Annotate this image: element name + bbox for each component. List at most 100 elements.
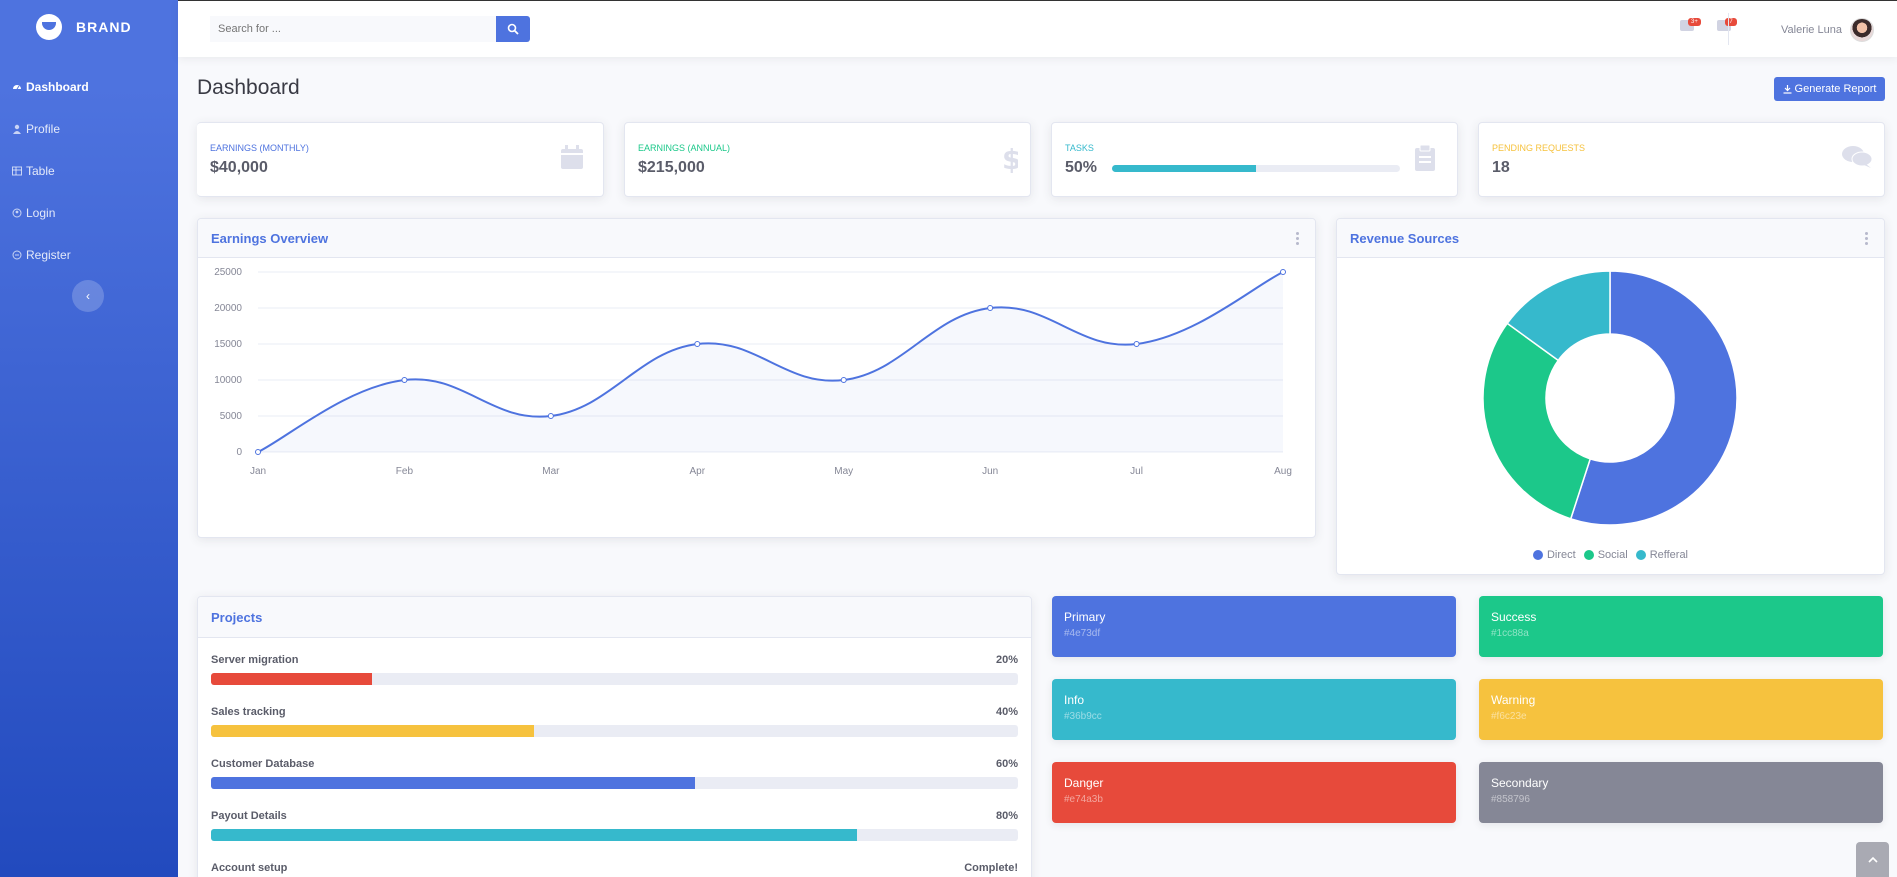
data-point[interactable] <box>694 341 701 347</box>
stat-value: $40,000 <box>210 159 268 176</box>
legend-swatch <box>1532 550 1543 560</box>
project-progress-bar <box>211 829 1018 841</box>
x-tick-label: Feb <box>396 466 414 477</box>
messages-badge: 7 <box>1725 18 1737 26</box>
user-menu[interactable]: Valerie Luna <box>1781 18 1874 42</box>
sidebar-item-table[interactable]: Table <box>0 150 178 192</box>
topbar-divider <box>1728 13 1729 45</box>
project-progress-bar <box>211 725 1018 737</box>
sidebar-item-register[interactable]: Register <box>0 234 178 276</box>
project-percent: 60% <box>995 758 1018 770</box>
legend-label: Direct <box>1546 549 1576 561</box>
sidebar-item-dashboard[interactable]: Dashboard <box>0 66 178 108</box>
project-progress-fill <box>211 777 696 789</box>
alerts-button[interactable]: 3+ <box>1680 18 1701 32</box>
stat-card-earnings-monthly: Earnings (Monthly) $40,000 <box>197 122 604 197</box>
brand[interactable]: BRAND <box>0 0 178 54</box>
legend-item: Social <box>1583 549 1628 561</box>
user-icon <box>12 124 22 134</box>
data-point[interactable] <box>547 413 554 419</box>
project-name: Server migration <box>211 654 299 666</box>
stat-label: Pending Requests <box>1492 143 1586 153</box>
color-card-warning: Warning #f6c23e <box>1479 679 1883 740</box>
legend-swatch <box>1635 550 1646 560</box>
color-hex: #e74a3b <box>1064 794 1103 805</box>
data-point[interactable] <box>987 305 994 311</box>
project-header: Sales tracking 40% <box>211 706 1018 718</box>
sidebar-item-label: Profile <box>26 122 61 136</box>
y-tick-label: 5000 <box>220 411 243 422</box>
project-header: Account setup Complete! <box>211 862 1018 874</box>
data-point[interactable] <box>401 377 408 383</box>
generate-report-label: Generate Report <box>1794 83 1877 95</box>
project-percent: 20% <box>995 654 1018 666</box>
color-name: Success <box>1491 610 1537 624</box>
project-name: Sales tracking <box>211 706 286 718</box>
color-name: Secondary <box>1491 776 1549 790</box>
sidebar-item-label: Table <box>26 164 55 178</box>
x-tick-label: Jul <box>1130 466 1143 477</box>
login-icon <box>12 208 22 218</box>
tasks-progress-fill <box>1112 165 1256 172</box>
search-form <box>210 16 530 42</box>
more-options-icon[interactable] <box>1292 231 1302 245</box>
sidebar-item-label: Dashboard <box>26 80 89 94</box>
project-name: Customer Database <box>211 758 315 770</box>
project-name: Payout Details <box>211 810 287 822</box>
project-progress-fill <box>211 725 534 737</box>
avatar <box>1849 18 1874 42</box>
data-point[interactable] <box>255 449 261 455</box>
search-input[interactable] <box>210 16 496 42</box>
color-card-success: Success #1cc88a <box>1479 596 1883 657</box>
y-tick-label: 0 <box>236 447 242 458</box>
revenue-sources-card: Revenue Sources Direct Social Refferal <box>1336 218 1885 575</box>
stat-label: Earnings (Annual) <box>638 143 731 153</box>
color-name: Primary <box>1064 610 1106 624</box>
legend-item: Direct <box>1532 549 1576 561</box>
register-icon <box>12 250 22 260</box>
search-icon <box>507 23 519 35</box>
scroll-to-top-button[interactable] <box>1856 842 1889 877</box>
x-tick-label: Apr <box>690 466 706 477</box>
brand-logo-icon <box>36 14 62 40</box>
project-percent: 40% <box>995 706 1018 718</box>
color-hex: #858796 <box>1491 794 1530 805</box>
sidebar-item-profile[interactable]: Profile <box>0 108 178 150</box>
page-title: Dashboard <box>197 76 300 99</box>
stat-value: 50% <box>1065 159 1098 176</box>
data-point[interactable] <box>840 377 847 383</box>
search-button[interactable] <box>496 16 530 42</box>
color-name: Danger <box>1064 776 1104 790</box>
legend-label: Social <box>1597 549 1628 561</box>
generate-report-button[interactable]: Generate Report <box>1774 77 1885 101</box>
pie-slice-social[interactable] <box>1482 322 1592 520</box>
color-card-secondary: Secondary #858796 <box>1479 762 1883 823</box>
more-options-icon[interactable] <box>1861 231 1871 245</box>
y-tick-label: 15000 <box>214 339 242 350</box>
project-header: Server migration 20% <box>211 654 1018 666</box>
sidebar-item-label: Register <box>26 248 71 262</box>
data-point[interactable] <box>1280 269 1286 275</box>
y-tick-label: 10000 <box>214 375 242 386</box>
project-header: Customer Database 60% <box>211 758 1018 770</box>
project-percent: Complete! <box>964 862 1018 874</box>
color-hex: #1cc88a <box>1491 628 1529 639</box>
legend-item: Refferal <box>1635 549 1688 561</box>
color-name: Info <box>1064 693 1085 707</box>
sidebar-toggle-button[interactable]: ‹ <box>72 280 104 312</box>
clipboard-icon <box>1415 144 1435 176</box>
projects-card: Projects Server migration 20% Sales tracki… <box>197 596 1032 877</box>
data-point[interactable] <box>1133 341 1140 347</box>
stat-card-pending-requests: Pending Requests 18 <box>1478 122 1885 197</box>
card-header: Earnings Overview <box>198 219 1315 258</box>
sidebar: BRAND Dashboard Profile Table Login Regi… <box>0 0 178 877</box>
color-hex: #4e73df <box>1064 628 1101 639</box>
brand-name: BRAND <box>76 19 132 35</box>
x-tick-label: Aug <box>1274 466 1292 477</box>
sidebar-item-login[interactable]: Login <box>0 192 178 234</box>
color-name: Warning <box>1491 693 1536 707</box>
topbar: 3+ 7 Valerie Luna <box>178 0 1897 57</box>
card-header: Revenue Sources <box>1337 219 1884 258</box>
project-item: Sales tracking 40% <box>211 706 1018 737</box>
chart-legend: Direct Social Refferal <box>1337 549 1884 561</box>
